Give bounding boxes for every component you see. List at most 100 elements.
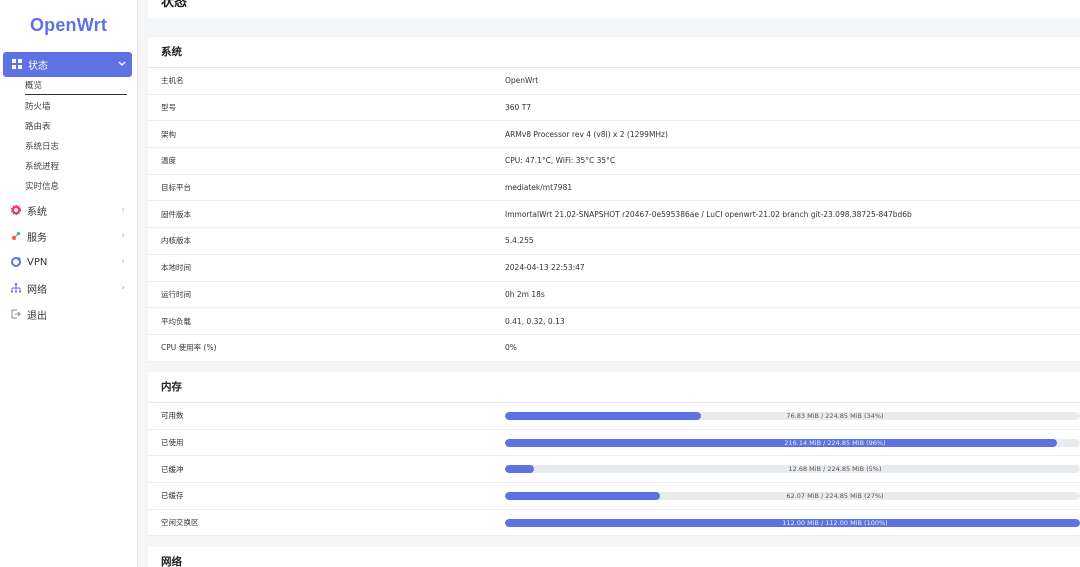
submenu-item-syslog[interactable]: 系统日志 bbox=[25, 137, 127, 157]
sidebar-item-status[interactable]: 状态 bbox=[3, 52, 132, 77]
row-value: 62.07 MiB / 224.85 MiB (27%) bbox=[505, 491, 1080, 500]
chevron-down-icon bbox=[118, 59, 126, 70]
page-title-bar bbox=[148, 0, 1080, 18]
progress-bar: 112.00 MiB / 112.00 MiB (100%) bbox=[505, 518, 1080, 527]
sidebar-item-label: 退出 bbox=[27, 310, 47, 322]
row-value: 5.4.255 bbox=[505, 236, 534, 246]
dashboard-icon bbox=[11, 59, 22, 70]
row-label: 型号 bbox=[161, 103, 176, 113]
table-row: 目标平台 mediatek/mt7981 bbox=[148, 175, 1080, 202]
row-label: 固件版本 bbox=[161, 209, 191, 219]
progress-label: 216.14 MiB / 224.85 MiB (96%) bbox=[784, 438, 886, 447]
row-label: 已缓冲 bbox=[161, 464, 184, 474]
row-label: 内核版本 bbox=[161, 236, 191, 246]
row-value: 0.41, 0.32, 0.13 bbox=[505, 316, 565, 326]
submenu-item-firewall[interactable]: 防火墙 bbox=[25, 97, 127, 117]
network-card: 网络 bbox=[148, 547, 1080, 567]
progress-bar: 76.83 MiB / 224.85 MiB (34%) bbox=[505, 411, 1080, 420]
row-value: 112.00 MiB / 112.00 MiB (100%) bbox=[505, 518, 1080, 527]
row-value: CPU: 47.1°C, WiFi: 35°C 35°C bbox=[505, 156, 616, 166]
table-row: 主机名 OpenWrt bbox=[148, 68, 1080, 95]
progress-label: 12.68 MiB / 224.85 MiB (5%) bbox=[788, 465, 882, 474]
table-row: 温度 CPU: 47.1°C, WiFi: 35°C 35°C bbox=[148, 148, 1080, 175]
table-row: 运行时间 0h 2m 18s bbox=[148, 282, 1080, 309]
brand-logo[interactable]: OpenWrt bbox=[0, 0, 137, 50]
gear-icon bbox=[10, 204, 21, 216]
table-row: 已使用 216.14 MiB / 224.85 MiB (96%) bbox=[148, 430, 1080, 457]
chevron-right-icon: › bbox=[121, 231, 125, 241]
sidebar-item-label: 网络 bbox=[27, 284, 47, 296]
row-label: 已使用 bbox=[161, 438, 184, 448]
row-label: 温度 bbox=[161, 156, 176, 166]
table-row: 型号 360 T7 bbox=[148, 95, 1080, 122]
row-label: 本地时间 bbox=[161, 263, 191, 273]
sidebar-item-label: 系统 bbox=[27, 206, 47, 218]
table-row: 固件版本 ImmortalWrt 21.02-SNAPSHOT r20467-0e… bbox=[148, 201, 1080, 229]
progress-label: 76.83 MiB / 224.85 MiB (34%) bbox=[786, 411, 884, 420]
table-row: 本地时间 2024-04-13 22:53:47 bbox=[148, 255, 1080, 282]
row-label: 空闲交换区 bbox=[161, 518, 199, 528]
sidebar-item-network[interactable]: 网络 › bbox=[0, 275, 137, 301]
row-value: 2024-04-13 22:53:47 bbox=[505, 263, 585, 273]
vpn-icon bbox=[10, 256, 21, 268]
sidebar-item-label: 状态 bbox=[28, 61, 48, 72]
system-card-title: 系统 bbox=[148, 37, 1080, 68]
table-row: 空闲交换区 112.00 MiB / 112.00 MiB (100%) bbox=[148, 510, 1080, 537]
table-row: CPU 使用率 (%) 0% bbox=[148, 335, 1080, 362]
row-label: CPU 使用率 (%) bbox=[161, 343, 217, 353]
row-value: OpenWrt bbox=[505, 76, 539, 86]
sidebar-item-vpn[interactable]: VPN › bbox=[0, 249, 137, 275]
row-value: 76.83 MiB / 224.85 MiB (34%) bbox=[505, 411, 1080, 420]
chevron-right-icon: › bbox=[121, 283, 125, 293]
network-card-title: 网络 bbox=[148, 547, 1080, 567]
table-row: 架构 ARMv8 Processor rev 4 (v8l) x 2 (1299M… bbox=[148, 121, 1080, 149]
row-value: 216.14 MiB / 224.85 MiB (96%) bbox=[505, 438, 1080, 447]
row-value: 0h 2m 18s bbox=[505, 289, 545, 299]
network-icon bbox=[10, 282, 21, 294]
sidebar-item-label: 服务 bbox=[27, 232, 47, 244]
row-label: 运行时间 bbox=[161, 289, 191, 299]
table-row: 内核版本 5.4.255 bbox=[148, 228, 1080, 255]
row-value: 0% bbox=[505, 343, 517, 353]
row-value: 360 T7 bbox=[505, 103, 532, 113]
row-label: 目标平台 bbox=[161, 183, 191, 193]
status-submenu: 概览 防火墙 路由表 系统日志 系统进程 实时信息 bbox=[25, 77, 127, 197]
table-row: 已缓存 62.07 MiB / 224.85 MiB (27%) bbox=[148, 483, 1080, 510]
logout-icon bbox=[10, 309, 21, 320]
page-title: 状态 bbox=[161, 0, 188, 10]
main-content: 状态 系统 主机名 OpenWrt 型号 360 T7 架构 ARMv8 Processo… bbox=[138, 0, 1080, 567]
row-value: mediatek/mt7981 bbox=[505, 183, 573, 193]
sidebar: OpenWrt 状态 概览 防火墙 路由表 系统日志 系统进程 实时信息 系统 … bbox=[0, 0, 138, 567]
row-label: 主机名 bbox=[161, 76, 184, 86]
table-row: 已缓冲 12.68 MiB / 224.85 MiB (5%) bbox=[148, 456, 1080, 484]
services-icon bbox=[10, 231, 21, 242]
row-value: 12.68 MiB / 224.85 MiB (5%) bbox=[505, 465, 1080, 474]
sidebar-item-label: VPN bbox=[27, 256, 48, 268]
progress-label: 112.00 MiB / 112.00 MiB (100%) bbox=[782, 518, 888, 527]
progress-label: 62.07 MiB / 224.85 MiB (27%) bbox=[786, 491, 884, 500]
row-label: 架构 bbox=[161, 129, 176, 139]
chevron-right-icon: › bbox=[121, 257, 125, 267]
progress-bar: 216.14 MiB / 224.85 MiB (96%) bbox=[505, 438, 1080, 447]
row-label: 可用数 bbox=[161, 411, 184, 421]
submenu-item-realtime[interactable]: 实时信息 bbox=[25, 177, 127, 197]
submenu-item-overview[interactable]: 概览 bbox=[25, 77, 127, 95]
submenu-item-routes[interactable]: 路由表 bbox=[25, 117, 127, 137]
memory-card: 内存 可用数 76.83 MiB / 224.85 MiB (34%) 已使用 216… bbox=[148, 372, 1080, 537]
table-row: 平均负载 0.41, 0.32, 0.13 bbox=[148, 308, 1080, 335]
system-table: 主机名 OpenWrt 型号 360 T7 架构 ARMv8 Processor rev … bbox=[148, 68, 1080, 362]
chevron-right-icon: › bbox=[121, 205, 125, 215]
submenu-item-processes[interactable]: 系统进程 bbox=[25, 157, 127, 177]
sidebar-item-logout[interactable]: 退出 bbox=[0, 301, 137, 327]
row-label: 平均负载 bbox=[161, 316, 191, 326]
progress-bar: 12.68 MiB / 224.85 MiB (5%) bbox=[505, 465, 1080, 474]
memory-table: 可用数 76.83 MiB / 224.85 MiB (34%) 已使用 216.14… bbox=[148, 403, 1080, 537]
sidebar-item-services[interactable]: 服务 › bbox=[0, 223, 137, 249]
row-label: 已缓存 bbox=[161, 491, 184, 501]
row-value: ARMv8 Processor rev 4 (v8l) x 2 (1299MHz… bbox=[505, 129, 668, 139]
row-value: ImmortalWrt 21.02-SNAPSHOT r20467-0e5953… bbox=[505, 209, 912, 219]
sidebar-item-system[interactable]: 系统 › bbox=[0, 197, 137, 223]
memory-card-title: 内存 bbox=[148, 372, 1080, 403]
system-card: 系统 主机名 OpenWrt 型号 360 T7 架构 ARMv8 Processor r… bbox=[148, 37, 1080, 362]
table-row: 可用数 76.83 MiB / 224.85 MiB (34%) bbox=[148, 403, 1080, 430]
